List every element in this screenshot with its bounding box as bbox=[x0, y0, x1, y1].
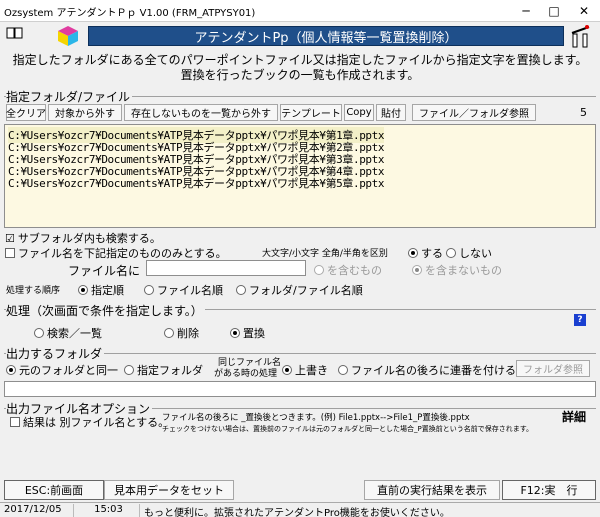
order-specified-label: 指定順 bbox=[91, 284, 124, 297]
book-icon[interactable] bbox=[6, 26, 24, 40]
delete-label: 削除 bbox=[177, 327, 199, 340]
status-date: 2017/12/05 bbox=[0, 504, 74, 517]
clear-all-button[interactable]: 全クリア bbox=[6, 104, 46, 121]
window-title: Ozsystem アテンダントＰｐ V1.00 (FRM_ATPYSY01) bbox=[4, 8, 256, 19]
replace-option[interactable]: 置換 bbox=[230, 325, 265, 341]
filename-filter-input[interactable] bbox=[146, 260, 306, 276]
browse-button[interactable]: ファイル／フォルダ参照 bbox=[412, 104, 536, 121]
order-filename-radio[interactable] bbox=[144, 285, 154, 295]
file-count: 5 bbox=[580, 106, 587, 119]
case-sensitivity-label: 大文字/小文字 全角/半角を区別 bbox=[262, 249, 388, 259]
case-yes-option[interactable]: する bbox=[408, 245, 443, 261]
output-note-2: チェックをつけない場合は、置換前のファイルは元のフォルダと同一とした場合_P置換… bbox=[162, 425, 534, 433]
minimize-button[interactable]: ─ bbox=[512, 0, 540, 22]
order-specified-radio[interactable] bbox=[78, 285, 88, 295]
copy-button[interactable]: Copy bbox=[344, 104, 374, 121]
case-no-label: しない bbox=[459, 247, 492, 260]
case-no-radio[interactable] bbox=[446, 248, 456, 258]
process-group-label: 処理（次画面で条件を指定します。） bbox=[6, 302, 205, 319]
same-folder-radio[interactable] bbox=[6, 365, 16, 375]
serial-radio[interactable] bbox=[338, 365, 348, 375]
output-folder-path-input[interactable] bbox=[4, 381, 596, 397]
output-folder-label: 出力するフォルダ bbox=[6, 345, 105, 362]
run-button[interactable]: F12:実 行 bbox=[502, 480, 596, 500]
same-folder-label: 元のフォルダと同一 bbox=[19, 364, 118, 377]
exclude-label: を含まないもの bbox=[425, 264, 502, 277]
remove-button[interactable]: 対象から外す bbox=[48, 104, 122, 121]
remove-missing-button[interactable]: 存在しないものを一覧から外す bbox=[124, 104, 278, 121]
title-bar: Ozsystem アテンダントＰｐ V1.00 (FRM_ATPYSY01) ─… bbox=[0, 0, 600, 22]
specified-folder-option[interactable]: 指定フォルダ bbox=[124, 362, 203, 378]
exclude-option[interactable]: を含まないもの bbox=[412, 262, 502, 278]
separate-file-option[interactable]: 結果は 別ファイル名とする。 bbox=[10, 414, 169, 430]
order-specified-option[interactable]: 指定順 bbox=[78, 282, 124, 298]
tool-icon[interactable] bbox=[570, 24, 592, 48]
search-radio[interactable] bbox=[34, 328, 44, 338]
order-folder-radio[interactable] bbox=[236, 285, 246, 295]
replace-label: 置換 bbox=[243, 327, 265, 340]
order-folder-label: フォルダ/ファイル名順 bbox=[249, 284, 363, 297]
description-line-2: 置換を行ったブックの一覧も作成されます。 bbox=[180, 68, 420, 82]
maximize-button[interactable]: □ bbox=[540, 0, 568, 22]
overwrite-label: 上書き bbox=[295, 364, 328, 377]
detail-link[interactable]: 詳細 bbox=[562, 408, 586, 425]
search-option[interactable]: 検索／一覧 bbox=[34, 325, 102, 341]
page-title: アテンダントPp（個人情報等一覧置換削除） bbox=[88, 26, 564, 46]
specified-folder-radio[interactable] bbox=[124, 365, 134, 375]
folder-group-label: 指定フォルダ/ファイル bbox=[6, 88, 133, 105]
overwrite-option[interactable]: 上書き bbox=[282, 362, 328, 378]
include-radio[interactable] bbox=[314, 265, 324, 275]
include-label: を含むもの bbox=[327, 264, 382, 277]
filename-filter-checkbox[interactable] bbox=[5, 248, 15, 258]
close-button[interactable]: ✕ bbox=[570, 0, 598, 22]
case-yes-label: する bbox=[421, 247, 443, 260]
folder-browse-button[interactable]: フォルダ参照 bbox=[516, 360, 590, 377]
order-filename-label: ファイル名順 bbox=[157, 284, 223, 297]
overwrite-radio[interactable] bbox=[282, 365, 292, 375]
delete-option[interactable]: 削除 bbox=[164, 325, 199, 341]
replace-radio[interactable] bbox=[230, 328, 240, 338]
subfolder-option[interactable]: ☑ サブフォルダ内も検索する。 bbox=[5, 230, 161, 246]
order-folder-option[interactable]: フォルダ/ファイル名順 bbox=[236, 282, 363, 298]
separate-file-label: 結果は 別ファイル名とする。 bbox=[23, 416, 170, 429]
file-list[interactable]: C:¥Users¥ozcr7¥Documents¥ATP見本データpptx¥パワ… bbox=[4, 124, 596, 228]
case-yes-radio[interactable] bbox=[408, 248, 418, 258]
order-label: 処理する順序 bbox=[6, 286, 61, 296]
output-note-1: ファイル名の後ろに _置換後とつきます。(例) File1.pptx-->Fil… bbox=[162, 413, 470, 423]
order-filename-option[interactable]: ファイル名順 bbox=[144, 282, 223, 298]
same-folder-option[interactable]: 元のフォルダと同一 bbox=[6, 362, 118, 378]
same-name-label-2: がある時の処理 bbox=[214, 369, 278, 379]
status-bar: 2017/12/05 15:03 もっと便利に。拡張されたアテンダントPro機能… bbox=[0, 502, 600, 517]
paste-button[interactable]: 貼付 bbox=[376, 104, 406, 121]
back-button[interactable]: ESC:前画面 bbox=[4, 480, 104, 500]
case-no-option[interactable]: しない bbox=[446, 245, 492, 261]
serial-label: ファイル名の後ろに連番を付ける bbox=[351, 364, 516, 377]
template-button[interactable]: テンプレート bbox=[280, 104, 342, 121]
exclude-radio[interactable] bbox=[412, 265, 422, 275]
filename-filter-option[interactable]: ファイル名を下記指定のもののみとする。 bbox=[5, 245, 227, 261]
filename-filter-label: ファイル名を下記指定のもののみとする。 bbox=[18, 247, 227, 260]
sample-data-button[interactable]: 見本用データをセット bbox=[104, 480, 234, 500]
subfolder-checkbox[interactable]: ☑ bbox=[5, 232, 15, 245]
search-label: 検索／一覧 bbox=[47, 327, 102, 340]
app-icon bbox=[58, 26, 78, 46]
status-time: 15:03 bbox=[74, 504, 140, 517]
help-button[interactable]: ? bbox=[574, 314, 586, 326]
include-option[interactable]: を含むもの bbox=[314, 262, 382, 278]
status-message: もっと便利に。拡張されたアテンダントPro機能をお使いください。 bbox=[144, 508, 450, 517]
separate-file-checkbox[interactable] bbox=[10, 417, 20, 427]
filename-in-label: ファイル名に bbox=[68, 264, 141, 278]
specified-folder-label: 指定フォルダ bbox=[137, 364, 203, 377]
list-item[interactable]: C:¥Users¥ozcr7¥Documents¥ATP見本データpptx¥パワ… bbox=[8, 175, 385, 191]
subfolder-label: サブフォルダ内も検索する。 bbox=[17, 232, 161, 245]
delete-radio[interactable] bbox=[164, 328, 174, 338]
last-result-button[interactable]: 直前の実行結果を表示 bbox=[364, 480, 500, 500]
serial-option[interactable]: ファイル名の後ろに連番を付ける bbox=[338, 362, 516, 378]
